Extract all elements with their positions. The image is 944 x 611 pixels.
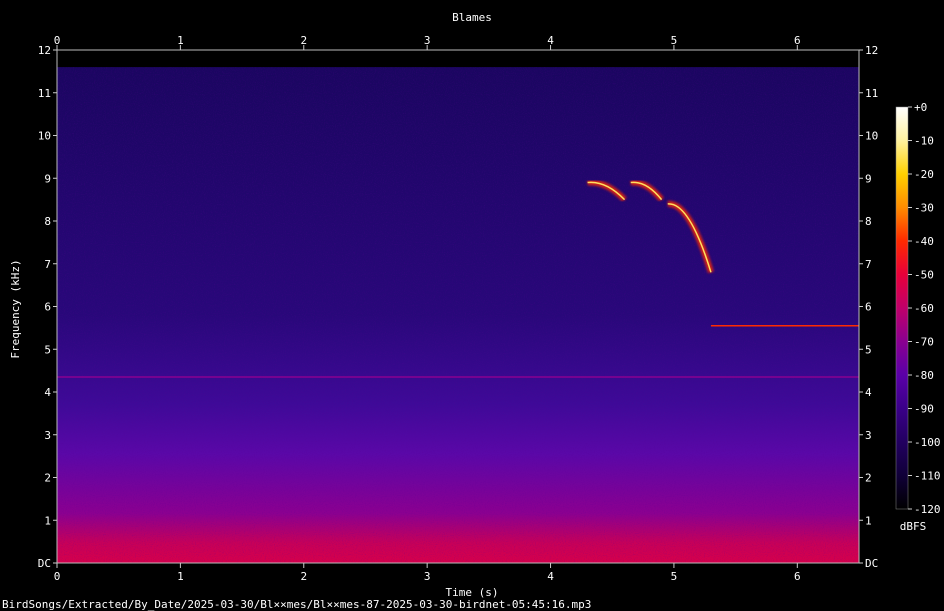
y-tick-label: 3 [865,429,872,442]
y-tick-label: 8 [865,215,872,228]
y-tick-label: 1 [44,514,51,527]
y-tick-label: 11 [38,87,51,100]
colorbar-tick-label: -60 [914,302,934,315]
colorbar-tick-label: -110 [914,470,941,483]
colorbar-tick-label: +0 [914,101,927,114]
colorbar-tick-label: -50 [914,269,934,282]
y-tick-label: 9 [865,172,872,185]
y-tick-label: DC [865,557,878,570]
colorbar-tick-label: -70 [914,336,934,349]
colorbar-tick-label: -80 [914,369,934,382]
chart-title: Blames [452,11,492,24]
y-tick-label: 7 [865,258,872,271]
x-tick-label: 0 [54,34,61,47]
y-tick-label: 2 [44,472,51,485]
x-tick-label: 2 [300,570,307,583]
y-tick-label: 3 [44,429,51,442]
x-axis-bottom: 0 1 2 3 4 5 6 [54,563,801,583]
spectrogram-plot [57,50,859,563]
x-tick-label: 0 [54,570,61,583]
colorbar-tick-label: -90 [914,403,934,416]
colorbar-scale [895,106,909,510]
y-tick-label: 5 [865,343,872,356]
y-tick-label: DC [38,557,51,570]
y-axis-right: DC123456789101112 [859,44,878,570]
x-tick-label: 4 [547,570,554,583]
y-tick-label: 5 [44,343,51,356]
x-tick-label: 4 [547,34,554,47]
y-tick-label: 7 [44,258,51,271]
y-tick-label: 10 [865,130,878,143]
colorbar-label: dBFS [900,520,927,533]
colorbar-tick-label: -120 [914,503,941,516]
x-tick-label: 3 [424,570,431,583]
y-tick-label: 4 [865,386,872,399]
x-tick-label: 3 [424,34,431,47]
x-axis-top: 0 1 2 3 4 5 6 [54,34,801,50]
y-tick-label: 2 [865,472,872,485]
y-axis-label: Frequency (kHz) [9,259,22,358]
colorbar: +0 -10 -20 -30 -40 -50 -60 -70 -80 -90 -100 -110 -12… [895,101,941,516]
y-tick-label: 6 [865,301,872,314]
x-tick-label: 2 [300,34,307,47]
spectrogram-chart: 0123456 0123456 DC123456789101112 DC1234… [2,11,941,611]
x-tick-label: 6 [794,34,801,47]
colorbar-tick-label: -100 [914,436,941,449]
y-tick-label: 6 [44,301,51,314]
y-tick-label: 11 [865,87,878,100]
colorbar-tick-label: -30 [914,202,934,215]
x-tick-label: 1 [177,570,184,583]
y-tick-label: 9 [44,172,51,185]
y-tick-label: 4 [44,386,51,399]
x-tick-label: 5 [671,34,678,47]
y-tick-label: 12 [38,44,51,57]
x-tick-label: 1 [177,34,184,47]
y-axis-left: DC123456789101112 [38,44,57,570]
spectrogram-noise [57,67,859,563]
y-tick-label: 8 [44,215,51,228]
y-tick-label: 12 [865,44,878,57]
colorbar-tick-label: -10 [914,135,934,148]
x-tick-label: 5 [671,570,678,583]
y-tick-label: 10 [38,130,51,143]
y-tick-label: 1 [865,514,872,527]
colorbar-tick-label: -40 [914,235,934,248]
colorbar-tick-label: -20 [914,168,934,181]
file-path: BirdSongs/Extracted/By_Date/2025-03-30/B… [2,598,591,611]
x-tick-label: 6 [794,570,801,583]
